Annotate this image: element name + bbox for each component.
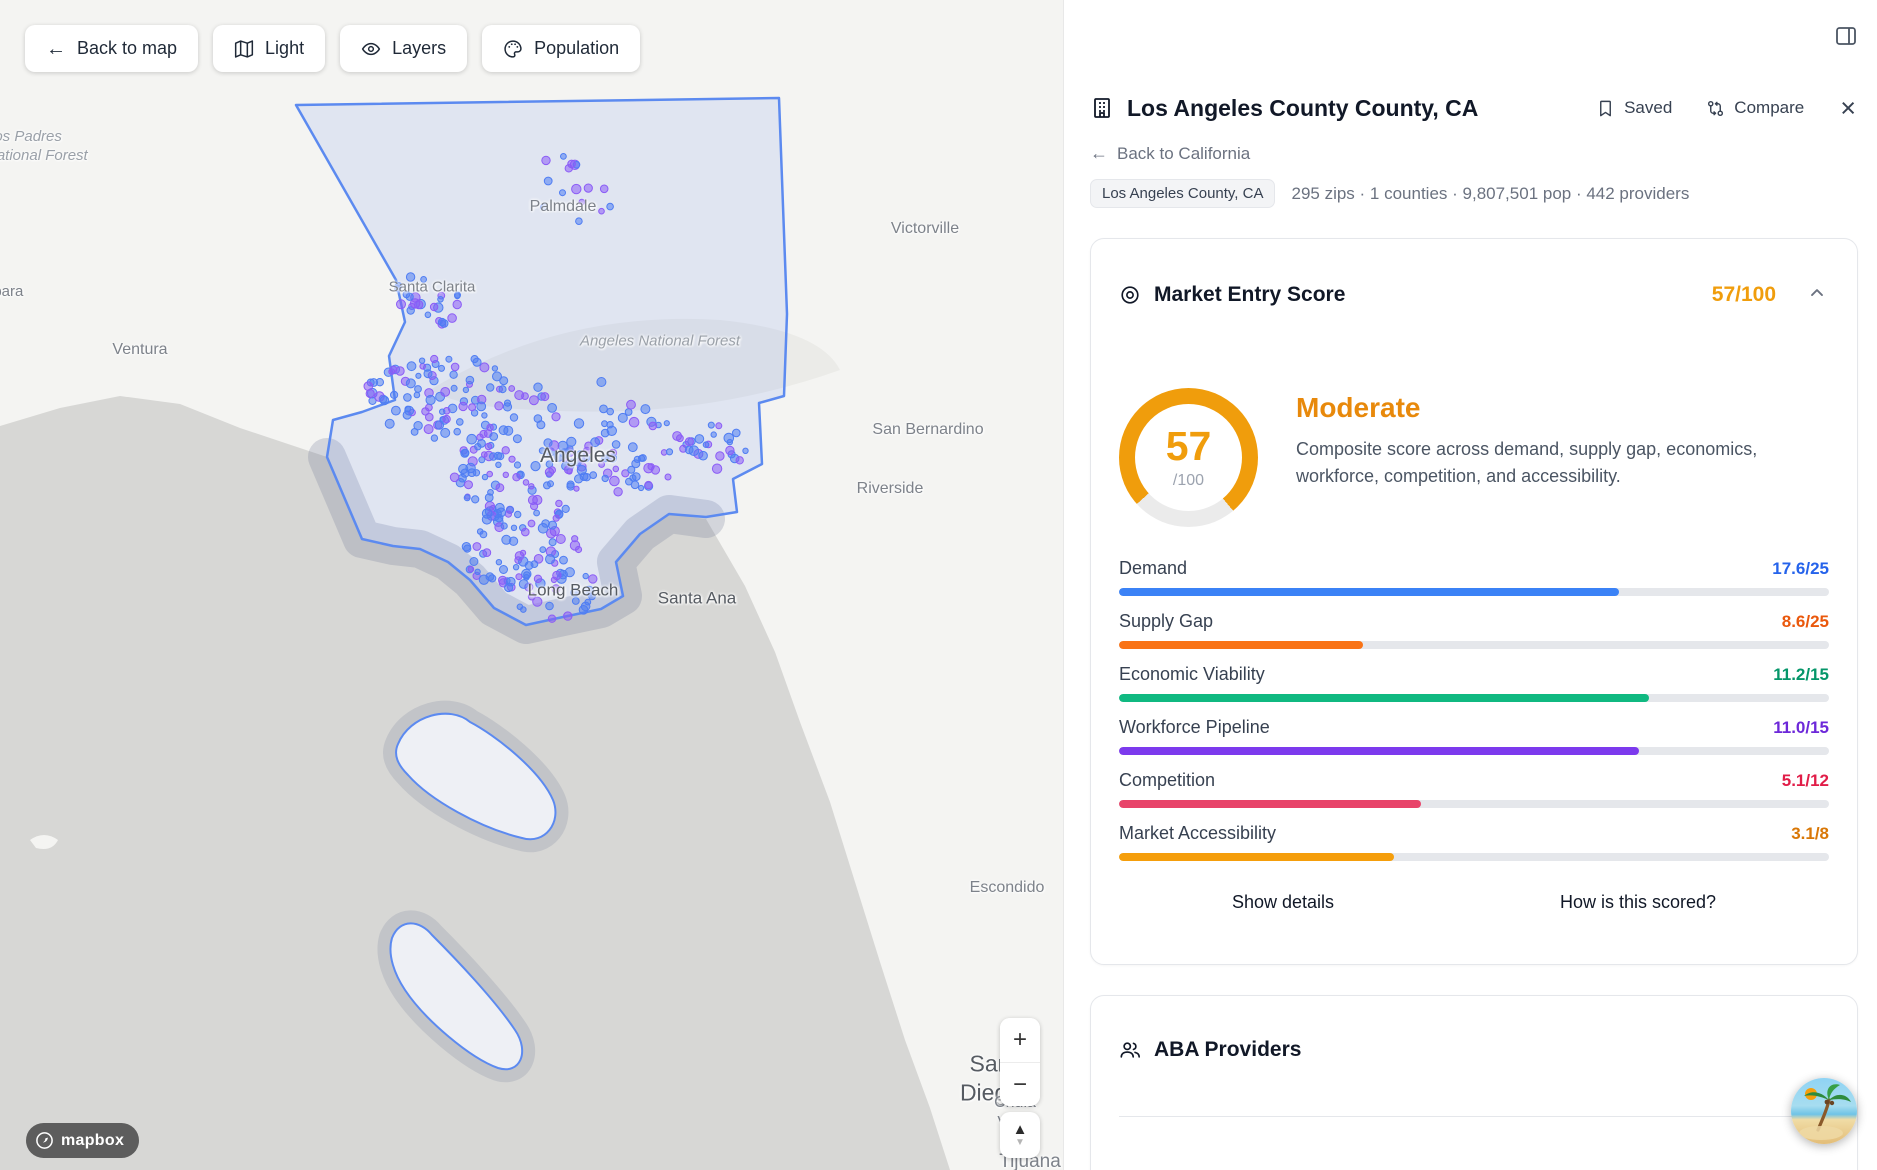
score-value: 57 xyxy=(1166,426,1212,467)
score-description: Composite score across demand, supply ga… xyxy=(1296,436,1829,490)
metric-value: 11.2/15 xyxy=(1773,665,1829,685)
metric-value: 5.1/12 xyxy=(1782,771,1829,791)
map-style-button[interactable]: Light xyxy=(213,25,325,72)
arrow-left-icon: ← xyxy=(46,39,66,59)
metric-bar-fill xyxy=(1119,800,1421,808)
detail-panel: Los Angeles County County, CA Saved Comp… xyxy=(1063,0,1877,1170)
metric-value: 3.1/8 xyxy=(1791,824,1829,844)
map-geometry xyxy=(0,0,1063,1170)
palette-icon xyxy=(503,39,523,59)
show-details-button[interactable]: Show details xyxy=(1226,891,1340,914)
map-canvas[interactable]: Los Padres National ForestBarbaraPalmdal… xyxy=(0,0,1063,1170)
mapbox-label: mapbox xyxy=(61,1132,124,1150)
compare-label: Compare xyxy=(1734,98,1804,118)
metric-row: Economic Viability 11.2/15 xyxy=(1119,664,1829,702)
close-panel-button[interactable]: × xyxy=(1838,95,1858,122)
zoom-controls: + − xyxy=(1000,1018,1040,1106)
divider xyxy=(1119,1116,1829,1117)
map-style-label: Light xyxy=(265,38,304,59)
metric-bar-track xyxy=(1119,694,1829,702)
metric-bar-track xyxy=(1119,747,1829,755)
zoom-in-button[interactable]: + xyxy=(1000,1018,1040,1062)
chevron-up-icon[interactable] xyxy=(1805,281,1829,308)
metric-label: Economic Viability xyxy=(1119,664,1265,685)
saved-button[interactable]: Saved xyxy=(1596,98,1672,118)
header-actions: Saved Compare × xyxy=(1596,95,1858,122)
metric-bar-track xyxy=(1119,641,1829,649)
arrow-down-icon: ▼ xyxy=(1015,1138,1025,1148)
bookmark-icon xyxy=(1596,99,1615,118)
mapbox-logo-icon xyxy=(35,1131,54,1150)
metric-bar-fill xyxy=(1119,694,1649,702)
mapbox-attribution[interactable]: mapbox xyxy=(26,1123,139,1158)
compass-control[interactable]: ▲ ▼ xyxy=(1000,1112,1040,1158)
score-card-title: Market Entry Score xyxy=(1154,283,1345,307)
score-gauge: 57 /100 xyxy=(1119,388,1258,527)
map-icon xyxy=(234,39,254,59)
saved-label: Saved xyxy=(1624,98,1672,118)
page-title: Los Angeles County County, CA xyxy=(1127,95,1478,122)
aba-providers-card: ABA Providers xyxy=(1090,995,1858,1170)
building-icon xyxy=(1090,96,1114,120)
arrow-up-icon: ▲ xyxy=(1013,1122,1028,1137)
providers-card-header: ABA Providers xyxy=(1119,1038,1829,1062)
back-to-map-label: Back to map xyxy=(77,38,177,59)
layers-button[interactable]: Layers xyxy=(340,25,467,72)
metric-row: Competition 5.1/12 xyxy=(1119,770,1829,808)
stats-line: 295 zips · 1 counties · 9,807,501 pop · … xyxy=(1291,184,1689,204)
metric-value: 11.0/15 xyxy=(1773,718,1829,738)
region-chip[interactable]: Los Angeles County, CA xyxy=(1090,179,1275,208)
score-metrics-list: Demand 17.6/25 Supply Gap 8.6/25 Economi… xyxy=(1119,558,1829,861)
panel-header: Los Angeles County County, CA Saved Comp… xyxy=(1090,92,1858,124)
region-stats-row: Los Angeles County, CA 295 zips · 1 coun… xyxy=(1090,179,1858,208)
target-icon xyxy=(1119,284,1141,306)
metric-label: Competition xyxy=(1119,770,1215,791)
metric-bar-fill xyxy=(1119,747,1639,755)
metric-bar-fill xyxy=(1119,853,1394,861)
zoom-out-button[interactable]: − xyxy=(1000,1062,1040,1106)
providers-icon xyxy=(1119,1039,1141,1061)
providers-card-title: ABA Providers xyxy=(1154,1038,1301,1062)
arrow-left-icon: ← xyxy=(1090,143,1108,164)
metric-label: Demand xyxy=(1119,558,1187,579)
metric-value: 17.6/25 xyxy=(1772,559,1829,579)
eye-icon xyxy=(361,39,381,59)
metric-bar-fill xyxy=(1119,588,1619,596)
metric-label: Supply Gap xyxy=(1119,611,1213,632)
layers-label: Layers xyxy=(392,38,446,59)
score-display: 57/100 xyxy=(1712,283,1776,307)
score-summary: 57 /100 Moderate Composite score across … xyxy=(1119,388,1829,527)
metric-row: Market Accessibility 3.1/8 xyxy=(1119,823,1829,861)
back-to-map-button[interactable]: ← Back to map xyxy=(25,25,198,72)
how-scored-button[interactable]: How is this scored? xyxy=(1554,891,1722,914)
metric-bar-track xyxy=(1119,853,1829,861)
compare-icon xyxy=(1706,99,1725,118)
assistant-widget-button[interactable] xyxy=(1791,1078,1857,1144)
score-denominator: /100 xyxy=(1173,472,1204,490)
metric-label: Market Accessibility xyxy=(1119,823,1276,844)
back-link-label: Back to California xyxy=(1117,144,1250,164)
metric-row: Supply Gap 8.6/25 xyxy=(1119,611,1829,649)
population-button[interactable]: Population xyxy=(482,25,640,72)
score-card-header: Market Entry Score 57/100 xyxy=(1119,281,1829,308)
compare-button[interactable]: Compare xyxy=(1706,98,1804,118)
metric-row: Workforce Pipeline 11.0/15 xyxy=(1119,717,1829,755)
score-rating: Moderate xyxy=(1296,392,1829,424)
metric-bar-track xyxy=(1119,800,1829,808)
score-card-actions: Show details How is this scored? xyxy=(1119,891,1829,914)
metric-bar-track xyxy=(1119,588,1829,596)
metric-row: Demand 17.6/25 xyxy=(1119,558,1829,596)
market-entry-score-card: Market Entry Score 57/100 57 /100 Modera… xyxy=(1090,238,1858,965)
metric-label: Workforce Pipeline xyxy=(1119,717,1270,738)
metric-value: 8.6/25 xyxy=(1782,612,1829,632)
collapse-panel-button[interactable] xyxy=(1830,20,1862,55)
metric-bar-fill xyxy=(1119,641,1363,649)
map-toolbar: ← Back to map Light Layers Population xyxy=(25,25,640,72)
population-label: Population xyxy=(534,38,619,59)
back-to-california-link[interactable]: ← Back to California xyxy=(1090,143,1250,164)
